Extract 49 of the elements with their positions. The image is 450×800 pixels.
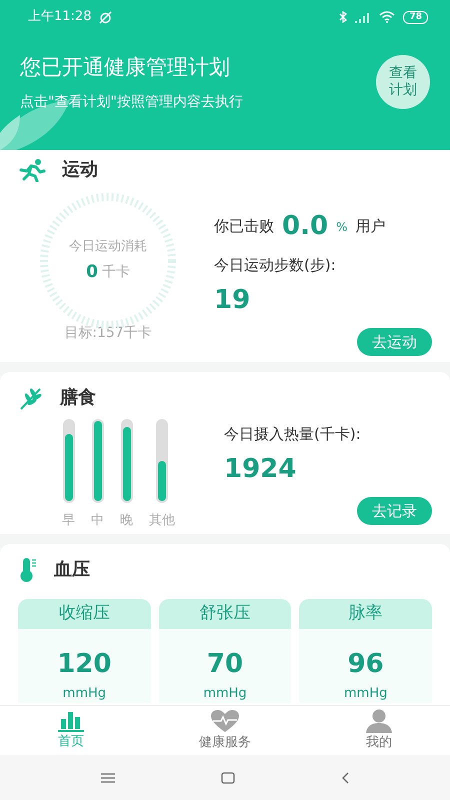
home-icon[interactable]	[221, 772, 235, 784]
percent-sign: %	[336, 218, 348, 236]
plan-subtitle: 点击"查看计划"按照管理内容去执行	[20, 92, 243, 112]
reading-unit: mmHg	[202, 684, 248, 702]
signal-icon	[355, 12, 372, 22]
reading-value: 120	[56, 648, 112, 680]
tile-header: 收缩压	[18, 599, 151, 628]
meal-label: 中	[91, 512, 104, 530]
reading-value: 96	[346, 648, 385, 680]
tab-item[interactable]: 我的	[365, 706, 393, 754]
section-title: 运动	[62, 158, 98, 182]
tile-header: 舒张压	[158, 599, 292, 628]
go-exercise-button[interactable]: 去运动	[357, 328, 432, 356]
thermometer-icon	[18, 556, 38, 582]
bluetooth-icon	[339, 11, 348, 23]
tab-item[interactable]: 健康服务	[199, 706, 251, 754]
section-title: 膳食	[60, 386, 96, 410]
view-plan-button[interactable]: 查看计划	[376, 55, 430, 110]
dial-label: 今日运动消耗	[69, 238, 147, 256]
meal-label: 晚	[120, 512, 133, 530]
person-icon	[365, 708, 393, 733]
beat-value: 0.0	[282, 210, 328, 243]
bar-chart-icon	[57, 710, 85, 732]
beat-label: 你已击败	[214, 216, 274, 238]
calories-unit: 千卡	[102, 263, 130, 282]
tile-header: 脉率	[299, 599, 432, 628]
reading-unit: mmHg	[62, 684, 108, 702]
meal-label: 早	[62, 512, 75, 530]
steps-label: 今日运动步数(步):	[214, 255, 337, 276]
intake-label: 今日摄入热量(千卡):	[224, 424, 362, 445]
status-time: 上午11:28	[28, 8, 92, 26]
section-title: 血压	[54, 558, 90, 582]
reading-value: 70	[206, 648, 244, 680]
tab-item[interactable]: 首页	[57, 708, 85, 754]
wifi-icon	[379, 11, 396, 23]
intake-value: 1924	[224, 452, 298, 486]
meal-label: 其他	[149, 512, 175, 530]
beat-suffix: 用户	[355, 216, 386, 238]
steps-value: 19	[214, 284, 252, 316]
calories-value: 0	[86, 261, 98, 284]
runner-icon	[18, 158, 46, 182]
reading-unit: mmHg	[343, 684, 388, 702]
menu-icon[interactable]	[101, 772, 115, 782]
alarm-off-icon	[99, 10, 112, 24]
heart-pulse-icon	[210, 708, 240, 733]
plan-title: 您已开通健康管理计划	[20, 54, 231, 81]
back-icon[interactable]	[341, 772, 349, 784]
battery-icon: 78	[403, 10, 428, 24]
go-record-button[interactable]: 去记录	[357, 496, 432, 525]
